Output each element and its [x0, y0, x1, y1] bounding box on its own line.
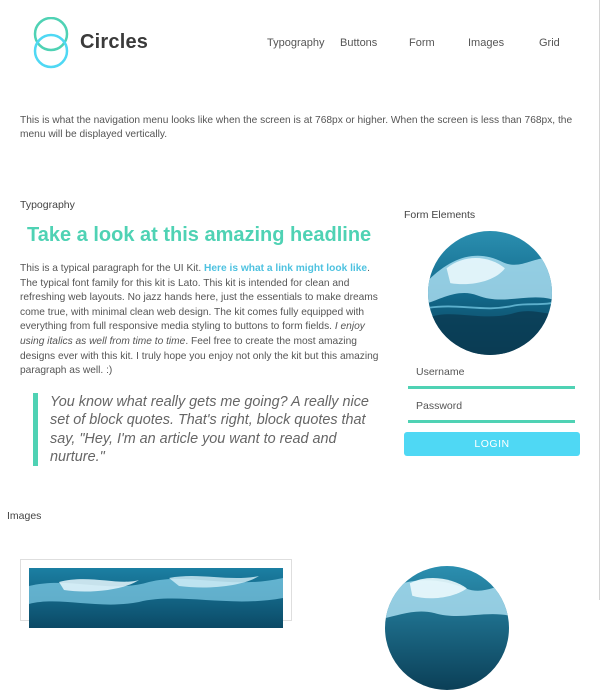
intro-text: This is what the navigation menu looks l… — [20, 115, 573, 140]
login-button[interactable]: LOGIN — [404, 432, 580, 456]
headline: Take a look at this amazing headline — [27, 224, 372, 246]
username-input[interactable] — [408, 358, 575, 386]
wave-circle-image — [428, 231, 552, 355]
blockquote-text: You know what really gets me going? A re… — [50, 394, 369, 466]
image-card — [20, 559, 292, 628]
typography-section-label: Typography — [20, 199, 75, 211]
nav-item-grid[interactable]: Grid — [539, 37, 560, 49]
username-field[interactable] — [408, 358, 575, 389]
password-field[interactable] — [408, 392, 575, 423]
paragraph-text: This is a typical paragraph for the UI K… — [20, 263, 205, 274]
password-input[interactable] — [408, 392, 575, 420]
nav-item-typography[interactable]: Typography — [267, 37, 324, 49]
nav-item-images[interactable]: Images — [468, 37, 504, 49]
wave-rect-image — [29, 568, 283, 628]
nav-item-form[interactable]: Form — [409, 37, 435, 49]
blockquote: You know what really gets me going? A re… — [33, 393, 373, 466]
sample-link[interactable]: Here is what a link might look like — [204, 263, 367, 274]
images-section-label: Images — [7, 510, 42, 522]
nav-item-buttons[interactable]: Buttons — [340, 37, 377, 49]
body-paragraph: This is a typical paragraph for the UI K… — [20, 262, 382, 379]
wave-circle-image-2 — [385, 566, 509, 690]
form-section-label: Form Elements — [404, 209, 476, 221]
main-nav: Typography Buttons Form Images Grid — [0, 37, 600, 51]
